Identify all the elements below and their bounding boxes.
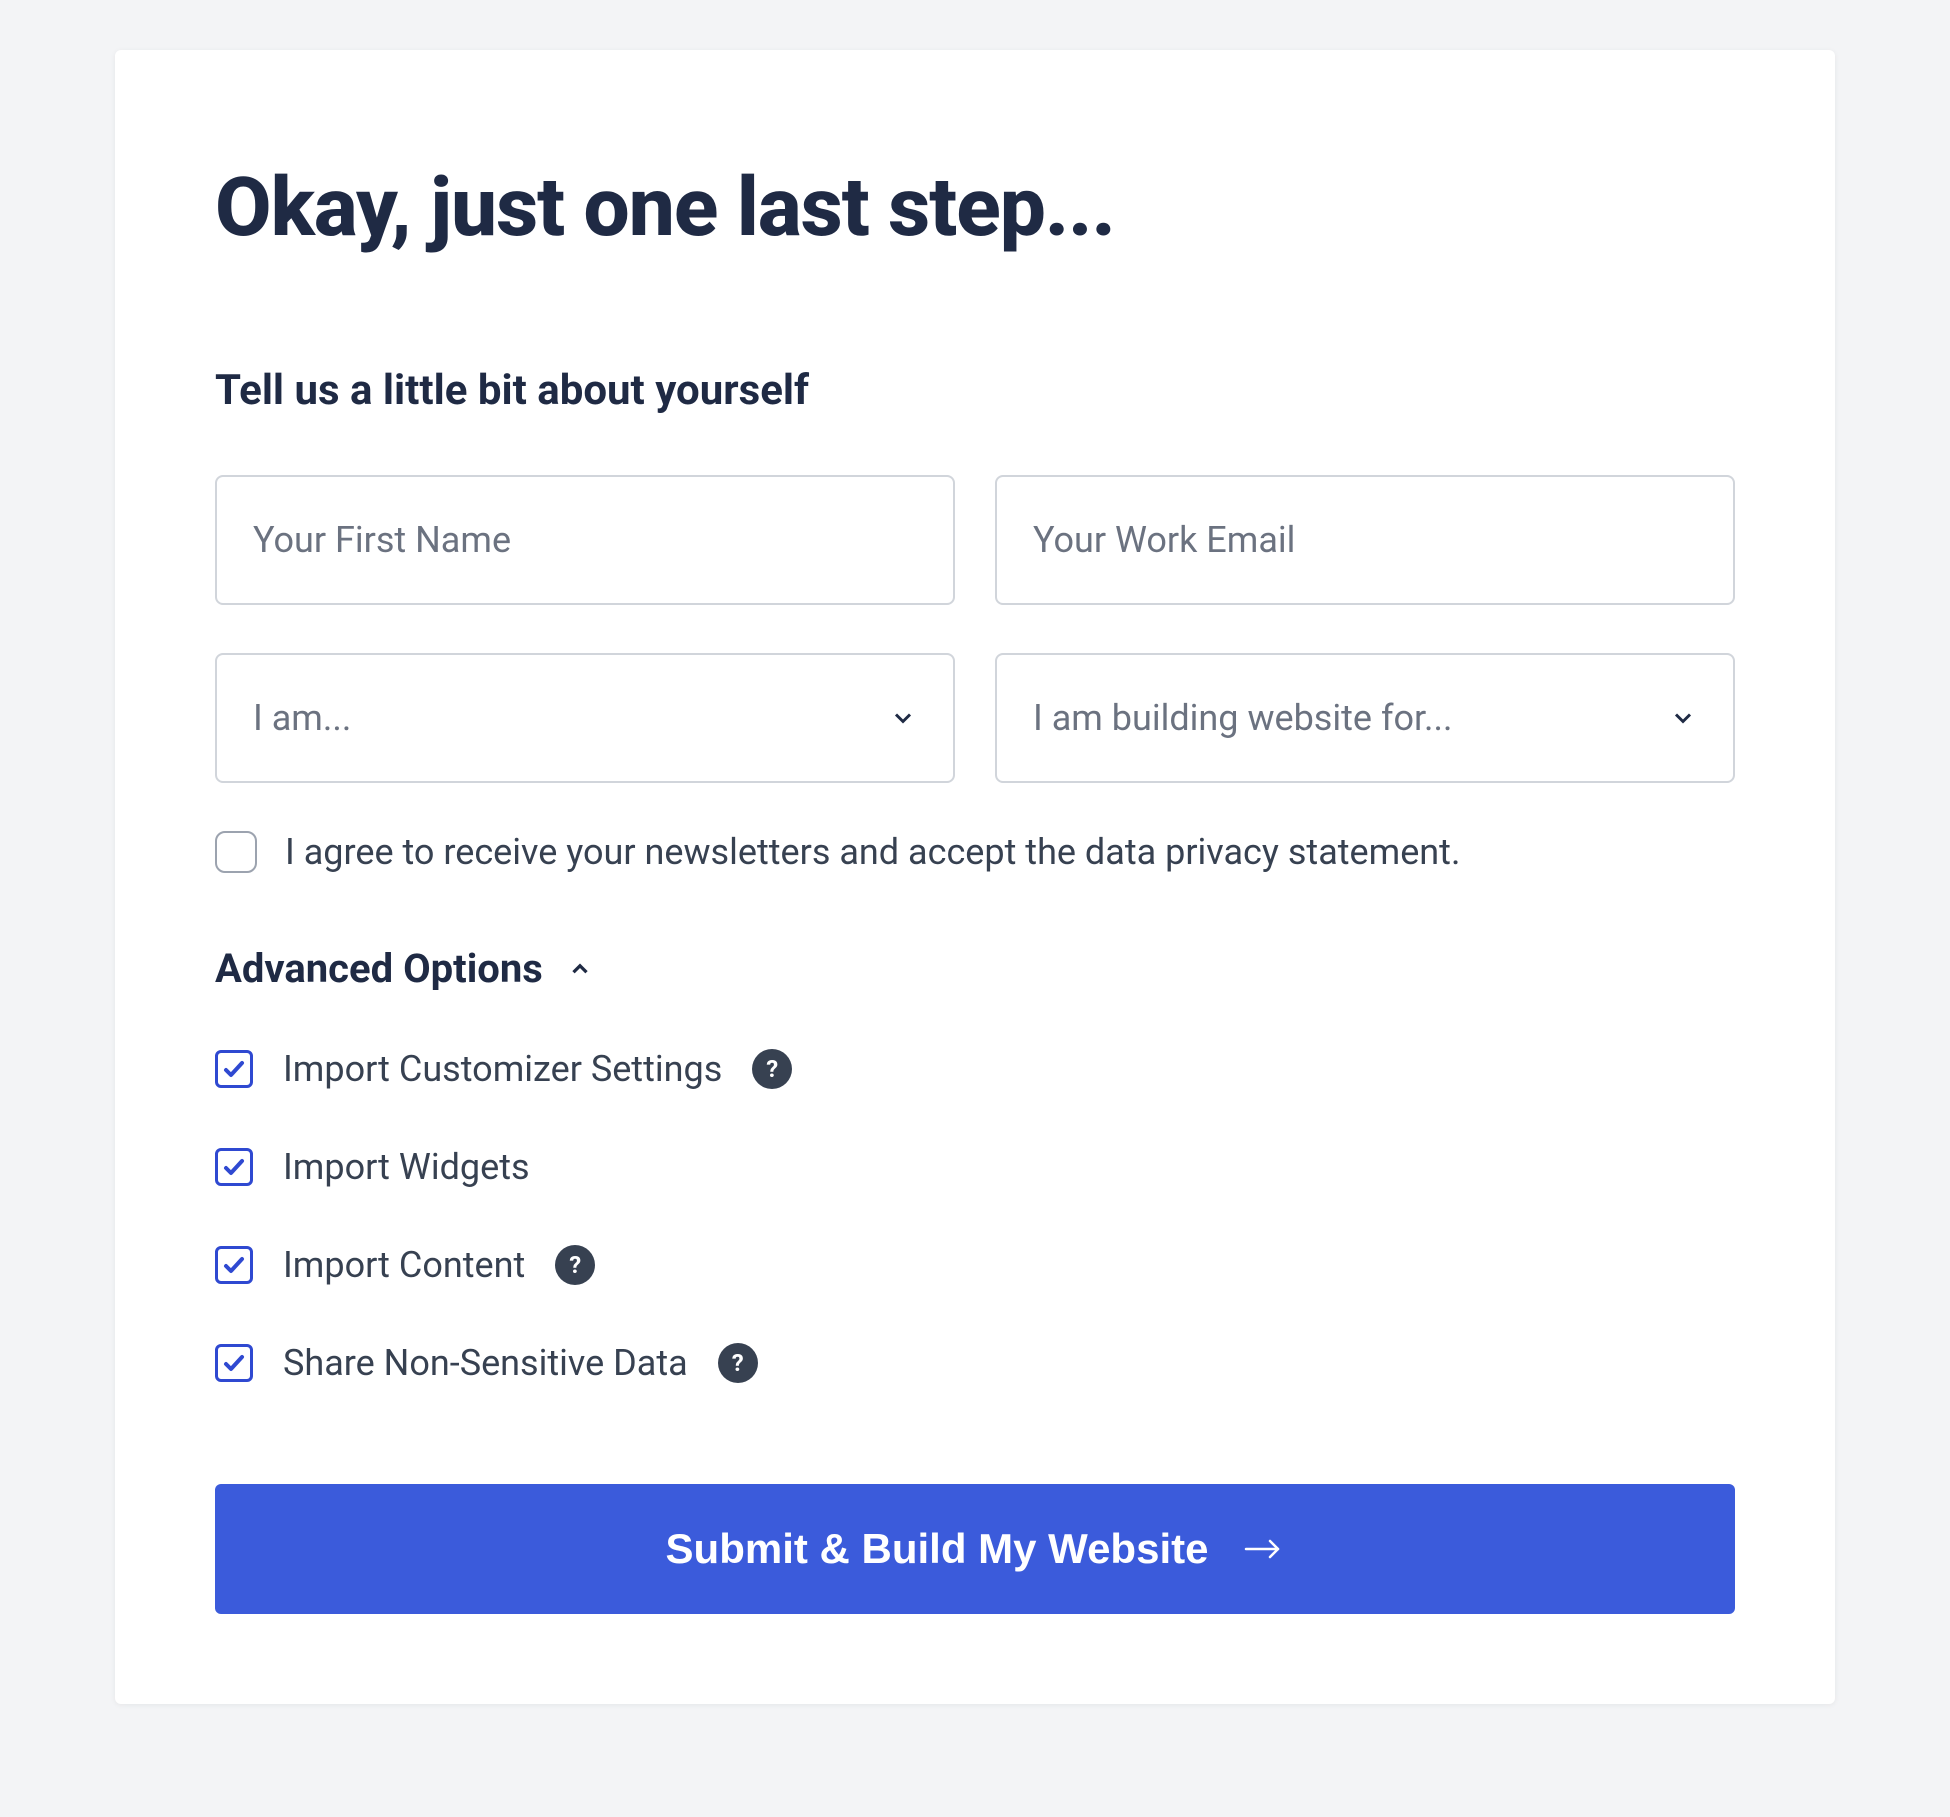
page-title: Okay, just one last step... bbox=[215, 160, 1735, 256]
arrow-right-icon bbox=[1244, 1534, 1284, 1564]
help-icon[interactable]: ? bbox=[718, 1343, 758, 1383]
advanced-option-row: Import Widgets bbox=[215, 1146, 1735, 1188]
work-email-field-wrapper bbox=[995, 475, 1735, 605]
advanced-options-toggle[interactable]: Advanced Options bbox=[215, 945, 1735, 992]
consent-checkbox[interactable] bbox=[215, 831, 257, 873]
onboarding-card: Okay, just one last step... Tell us a li… bbox=[115, 50, 1835, 1704]
first-name-input[interactable] bbox=[215, 475, 955, 605]
advanced-option-row: Import Customizer Settings ? bbox=[215, 1048, 1735, 1090]
chevron-down-icon bbox=[1669, 704, 1697, 732]
select-row: I am... I am building website for... bbox=[215, 653, 1735, 783]
import-widgets-label: Import Widgets bbox=[283, 1146, 530, 1188]
help-icon[interactable]: ? bbox=[555, 1245, 595, 1285]
advanced-option-row: Import Content ? bbox=[215, 1244, 1735, 1286]
share-data-checkbox[interactable] bbox=[215, 1344, 253, 1382]
chevron-up-icon bbox=[567, 956, 593, 982]
advanced-option-row: Share Non-Sensitive Data ? bbox=[215, 1342, 1735, 1384]
import-content-label: Import Content bbox=[283, 1244, 525, 1286]
help-icon[interactable]: ? bbox=[752, 1049, 792, 1089]
submit-build-button[interactable]: Submit & Build My Website bbox=[215, 1484, 1735, 1614]
submit-button-label: Submit & Build My Website bbox=[666, 1525, 1209, 1573]
work-email-input[interactable] bbox=[995, 475, 1735, 605]
consent-label: I agree to receive your newsletters and … bbox=[285, 831, 1460, 873]
name-email-row bbox=[215, 475, 1735, 605]
building-for-select[interactable]: I am building website for... bbox=[995, 653, 1735, 783]
advanced-options-label: Advanced Options bbox=[215, 945, 543, 992]
building-for-select-wrapper: I am building website for... bbox=[995, 653, 1735, 783]
import-content-checkbox[interactable] bbox=[215, 1246, 253, 1284]
role-select[interactable]: I am... bbox=[215, 653, 955, 783]
chevron-down-icon bbox=[889, 704, 917, 732]
building-for-select-label: I am building website for... bbox=[1033, 697, 1453, 739]
import-customizer-checkbox[interactable] bbox=[215, 1050, 253, 1088]
import-widgets-checkbox[interactable] bbox=[215, 1148, 253, 1186]
consent-row: I agree to receive your newsletters and … bbox=[215, 831, 1735, 873]
checkmark-icon bbox=[222, 1155, 246, 1179]
first-name-field-wrapper bbox=[215, 475, 955, 605]
import-customizer-label: Import Customizer Settings bbox=[283, 1048, 722, 1090]
share-data-label: Share Non-Sensitive Data bbox=[283, 1342, 688, 1384]
checkmark-icon bbox=[222, 1351, 246, 1375]
checkmark-icon bbox=[222, 1057, 246, 1081]
role-select-wrapper: I am... bbox=[215, 653, 955, 783]
checkmark-icon bbox=[222, 1253, 246, 1277]
role-select-label: I am... bbox=[253, 697, 351, 739]
section-subtitle: Tell us a little bit about yourself bbox=[215, 366, 1735, 415]
